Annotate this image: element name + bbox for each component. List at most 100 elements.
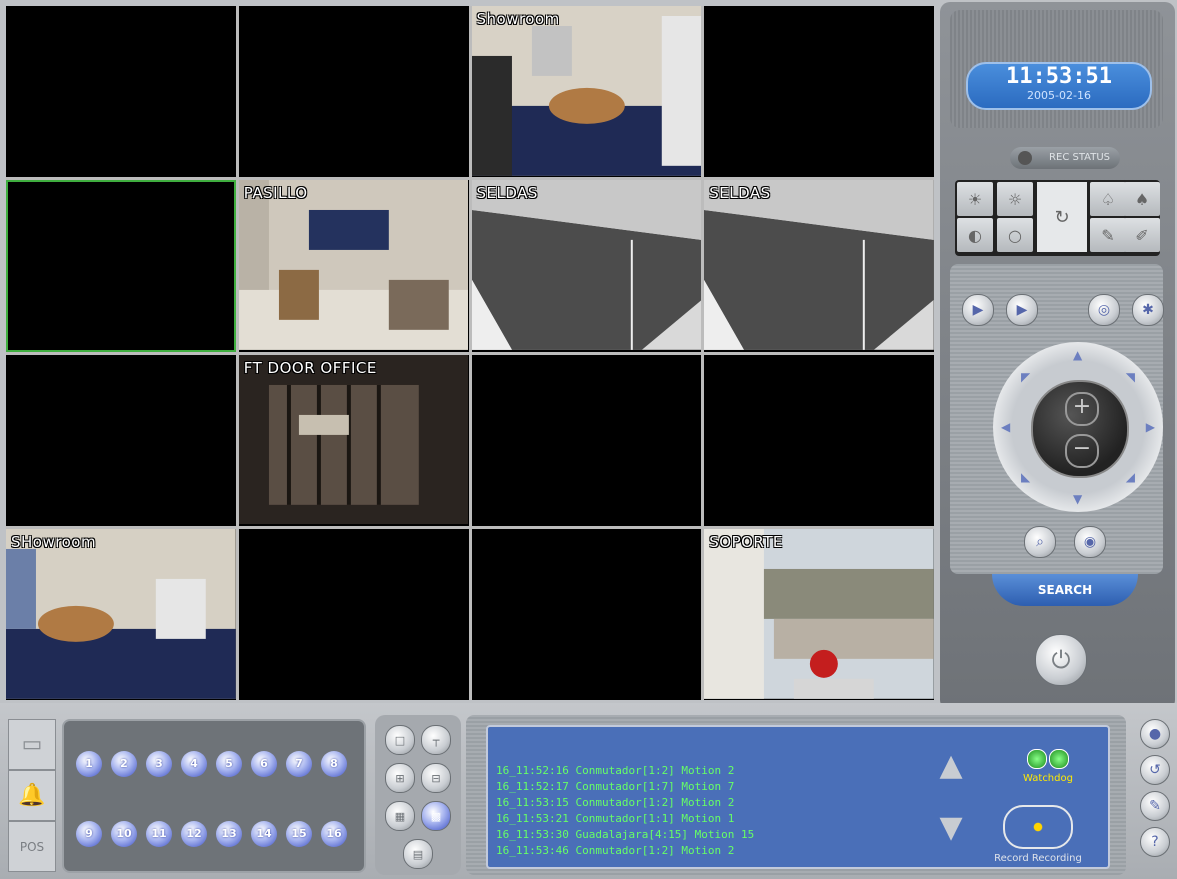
camera-button-7[interactable]: 7 [286,751,312,777]
clock-time: 11:53:51 [1006,64,1112,89]
log-scroll-down-icon[interactable]: ▼ [933,811,969,845]
record-indicator: Record Recording [978,805,1098,864]
layout-9-icon[interactable]: ▦ [385,801,415,831]
reset-image-icon[interactable]: ↻ [1037,182,1087,252]
iris-open-icon[interactable]: ◎ [1088,294,1120,326]
log-line: 16_11:52:17 Conmutador[1:7] Motion 7 [496,780,735,793]
camera-cell-11[interactable] [471,354,702,526]
ptz-down-icon[interactable]: ▼ [1073,492,1082,506]
log-line: 16_11:53:21 Conmutador[1:1] Motion 1 [496,812,735,825]
power-icon[interactable]: ⏻ [1035,634,1087,686]
playback-icon[interactable]: ↺ [1140,755,1170,785]
camera-button-14[interactable]: 14 [251,821,277,847]
camera-button-12[interactable]: 12 [181,821,207,847]
camera-label: SOPORTE [709,532,783,551]
camera-button-6[interactable]: 6 [251,751,277,777]
search-button[interactable]: SEARCH [992,574,1138,606]
camera-button-15[interactable]: 15 [286,821,312,847]
saturation-up-icon[interactable]: ✎ [1090,218,1126,252]
ptz-down-left-icon[interactable]: ◣ [1021,470,1030,484]
zoom-in-icon[interactable]: + [1065,392,1099,426]
camera-label: SELDAS [476,184,538,203]
pos-tab[interactable]: POS [8,821,56,872]
camera-cell-7[interactable]: SELDAS [471,180,702,352]
camera-button-5[interactable]: 5 [216,751,242,777]
log-scroll-up-icon[interactable]: ▲ [933,749,969,783]
focus-near-icon[interactable]: ▶ [962,294,994,326]
camera-button-3[interactable]: 3 [146,751,172,777]
camera-cell-2[interactable] [238,6,469,178]
camera-tab-icon[interactable]: ▭ [8,719,56,770]
camera-button-2[interactable]: 2 [111,751,137,777]
camera-button-8[interactable]: 8 [321,751,347,777]
hue-up-icon[interactable]: ♤ [1090,182,1126,216]
preset-icon[interactable]: ⌕ [1024,526,1056,558]
config-icon[interactable]: ● [1140,719,1170,749]
camera-cell-15[interactable] [471,528,702,700]
watchdog-icon [1049,749,1069,769]
camera-cell-8[interactable]: SELDAS [704,180,934,352]
camera-feed-soporte [704,528,934,699]
zoom-out-icon[interactable]: − [1065,434,1099,468]
layout-4-icon[interactable]: ⊞ [385,763,415,793]
camera-feed-showroom-2 [6,528,236,699]
focus-far-icon[interactable]: ▶ [1006,294,1038,326]
camera-cell-12[interactable] [704,354,934,526]
camera-cell-6[interactable]: PASILLO [238,180,469,352]
bottom-toolbar: ▭ 🔔 POS 1 2 3 4 5 6 7 8 9 10 11 12 13 14… [0,703,1177,879]
camera-cell-13[interactable]: SHowroom [6,528,236,700]
tour-icon[interactable]: ◉ [1074,526,1106,558]
event-log: 16_11:52:16 Conmutador[1:2] Motion 2 16_… [486,725,1110,869]
ptz-left-icon[interactable]: ◀ [1001,420,1010,434]
iris-close-icon[interactable]: ✱ [1132,294,1164,326]
tools-icon[interactable]: ✎ [1140,791,1170,821]
brightness-down-icon[interactable]: ☼ [997,182,1033,216]
brightness-up-icon[interactable]: ☀ [957,182,993,216]
camera-button-9[interactable]: 9 [76,821,102,847]
log-lines: 16_11:52:16 Conmutador[1:2] Motion 2 16_… [496,763,754,859]
record-label: Record Recording [994,853,1082,864]
clock-date: 2005-02-16 [1027,89,1091,102]
camera-cell-3[interactable]: Showroom [471,6,702,178]
alarm-tab-icon[interactable]: 🔔 [8,770,56,821]
camera-button-4[interactable]: 4 [181,751,207,777]
camera-label: FT DOOR OFFICE [243,358,377,377]
help-icon[interactable]: ? [1140,827,1170,857]
contrast-low-icon[interactable]: ○ [997,218,1033,252]
camera-cell-9[interactable] [6,354,236,526]
camera-cell-1[interactable] [6,6,236,178]
rec-status-button[interactable]: REC STATUS [1010,147,1120,169]
camera-button-13[interactable]: 13 [216,821,242,847]
ptz-up-icon[interactable]: ▲ [1073,348,1082,362]
camera-button-16[interactable]: 16 [321,821,347,847]
ptz-right-icon[interactable]: ▶ [1146,420,1155,434]
contrast-icon[interactable]: ◐ [957,218,993,252]
camera-cell-5[interactable] [6,180,236,352]
camera-cell-14[interactable] [238,528,469,700]
layout-1-icon[interactable]: □ [385,725,415,755]
camera-button-1[interactable]: 1 [76,751,102,777]
ptz-down-right-icon[interactable]: ◢ [1126,470,1135,484]
side-tabs: ▭ 🔔 POS [8,719,56,872]
ptz-direction-pad[interactable]: ▲ ▼ ◀ ▶ ◤ ◥ ◣ ◢ + − [993,342,1163,512]
layout-3-icon[interactable]: ┬ [421,725,451,755]
camera-cell-16[interactable]: SOPORTE [704,528,934,700]
camera-cell-10[interactable]: FT DOOR OFFICE [238,354,469,526]
layout-16-icon[interactable]: ▩ [421,801,451,831]
watchdog-label: Watchdog [1023,773,1073,784]
hue-down-icon[interactable]: ♠ [1124,182,1160,216]
clock-frame: 11:53:51 2005-02-16 [950,10,1163,128]
camera-button-10[interactable]: 10 [111,821,137,847]
ptz-up-right-icon[interactable]: ◥ [1126,370,1135,384]
log-line: 16_11:53:46 Conmutador[1:2] Motion 2 [496,844,735,857]
layout-6-icon[interactable]: ⊟ [421,763,451,793]
layout-sequence-icon[interactable]: ▤ [403,839,433,869]
camera-label: SELDAS [709,184,771,203]
saturation-down-icon[interactable]: ✐ [1124,218,1160,252]
ptz-up-left-icon[interactable]: ◤ [1021,370,1030,384]
record-icon[interactable] [1003,805,1073,849]
camera-cell-4[interactable] [704,6,934,178]
image-adjust-panel: ☀ ☼ ◐ ○ ↻ ♤ ♠ ✎ ✐ [955,180,1160,256]
camera-feed-pasillo [238,180,469,351]
camera-button-11[interactable]: 11 [146,821,172,847]
